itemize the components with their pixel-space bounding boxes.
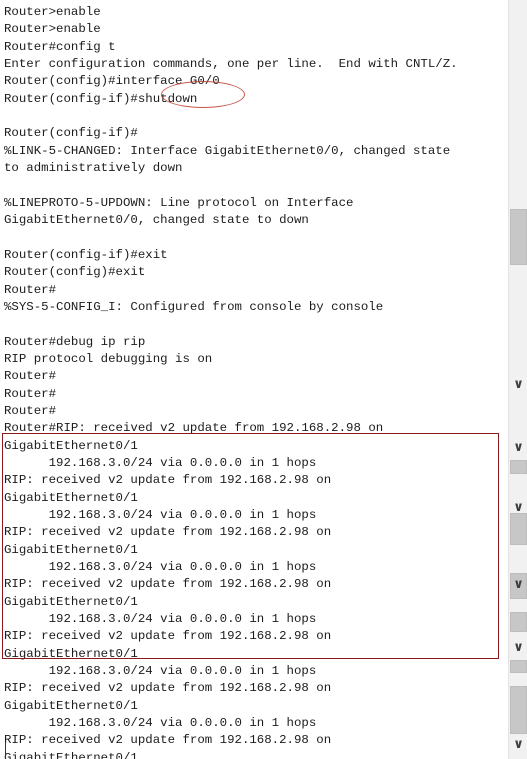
scrollbar-thumb[interactable] (510, 513, 527, 545)
console-line: Router# (4, 386, 57, 401)
scrollbar-thumb[interactable] (510, 686, 527, 734)
console-line: 192.168.3.0/24 via 0.0.0.0 in 1 hops (4, 560, 317, 574)
console-line: Router(config-if)#shutdown (4, 91, 198, 106)
chevron-down-icon[interactable]: ∨ (509, 378, 527, 392)
chevron-down-icon[interactable]: ∨ (509, 441, 527, 455)
console-line: RIP: received v2 update from 192.168.2.9… (4, 681, 332, 696)
console-output[interactable]: Router>enable Router>enable Router#config … (0, 0, 500, 759)
console-line: 192.168.3.0/24 via 0.0.0.0 in 1 hops (4, 716, 317, 731)
console-line: 192.168.3.0/24 via 0.0.0.0 in 1 hops (4, 664, 317, 679)
console-line: Router(config-if)#exit (4, 247, 168, 262)
console-line: Router# (4, 403, 57, 418)
text-caret (5, 742, 6, 756)
scrollbar-thumb[interactable] (510, 660, 527, 673)
scrollbar-thumb[interactable] (510, 460, 527, 474)
vertical-scrollbar[interactable]: ∨ ∨ ∨ ∨ ∨ ∨ (508, 0, 527, 759)
console-line: RIP: received v2 update from 192.168.2.9… (4, 473, 332, 488)
console-line: GigabitEthernet0/1 (4, 646, 138, 661)
chevron-down-icon[interactable]: ∨ (509, 641, 527, 655)
console-line: RIP: received v2 update from 192.168.2.9… (4, 577, 332, 592)
console-line: %LINK-5-CHANGED: Interface GigabitEthern… (4, 143, 451, 158)
console-line: RIP: received v2 update from 192.168.2.9… (4, 629, 332, 644)
console-line: GigabitEthernet0/1 (4, 438, 138, 453)
console-line: RIP protocol debugging is on (4, 351, 213, 366)
console-line: Router#debug ip rip (4, 334, 146, 349)
console-line: %LINEPROTO-5-UPDOWN: Line protocol on In… (4, 195, 354, 210)
console-line: Router>enable (4, 5, 101, 19)
console-line: 192.168.3.0/24 via 0.0.0.0 in 1 hops (4, 455, 317, 470)
scrollbar-thumb[interactable] (510, 209, 527, 265)
console-line: Router#RIP: received v2 update from 192.… (4, 421, 384, 436)
console-line: Router(config)#exit (4, 265, 146, 280)
console-line: GigabitEthernet0/1 (4, 542, 138, 557)
console-line: 192.168.3.0/24 via 0.0.0.0 in 1 hops (4, 507, 317, 522)
scrollbar-thumb[interactable] (510, 612, 527, 632)
console-line: Router(config)#interface G0/0 (4, 74, 220, 89)
console-line: Enter configuration commands, one per li… (4, 57, 458, 72)
console-line: GigabitEthernet0/0, changed state to dow… (4, 213, 309, 228)
console-line: GigabitEthernet0/1 (4, 490, 138, 505)
console-line: GigabitEthernet0/1 (4, 594, 138, 609)
console-line: 192.168.3.0/24 via 0.0.0.0 in 1 hops (4, 612, 317, 627)
console-line: GigabitEthernet0/1 (4, 698, 138, 713)
console-line: to administratively down (4, 161, 183, 176)
console-line: GigabitEthernet0/1 (4, 750, 138, 759)
console-line: Router#config t (4, 39, 116, 54)
console-line: RIP: received v2 update from 192.168.2.9… (4, 733, 332, 748)
terminal-app: Router>enable Router>enable Router#config … (0, 0, 527, 759)
console-line: Router>enable (4, 22, 101, 37)
console-line: Router(config-if)# (4, 126, 138, 141)
chevron-down-icon[interactable]: ∨ (509, 738, 527, 752)
console-line: Router# (4, 369, 57, 384)
scrollbar-thumb[interactable] (510, 573, 527, 599)
console-line: %SYS-5-CONFIG_I: Configured from console… (4, 299, 384, 314)
console-line: Router# (4, 282, 57, 297)
console-line: RIP: received v2 update from 192.168.2.9… (4, 525, 332, 540)
